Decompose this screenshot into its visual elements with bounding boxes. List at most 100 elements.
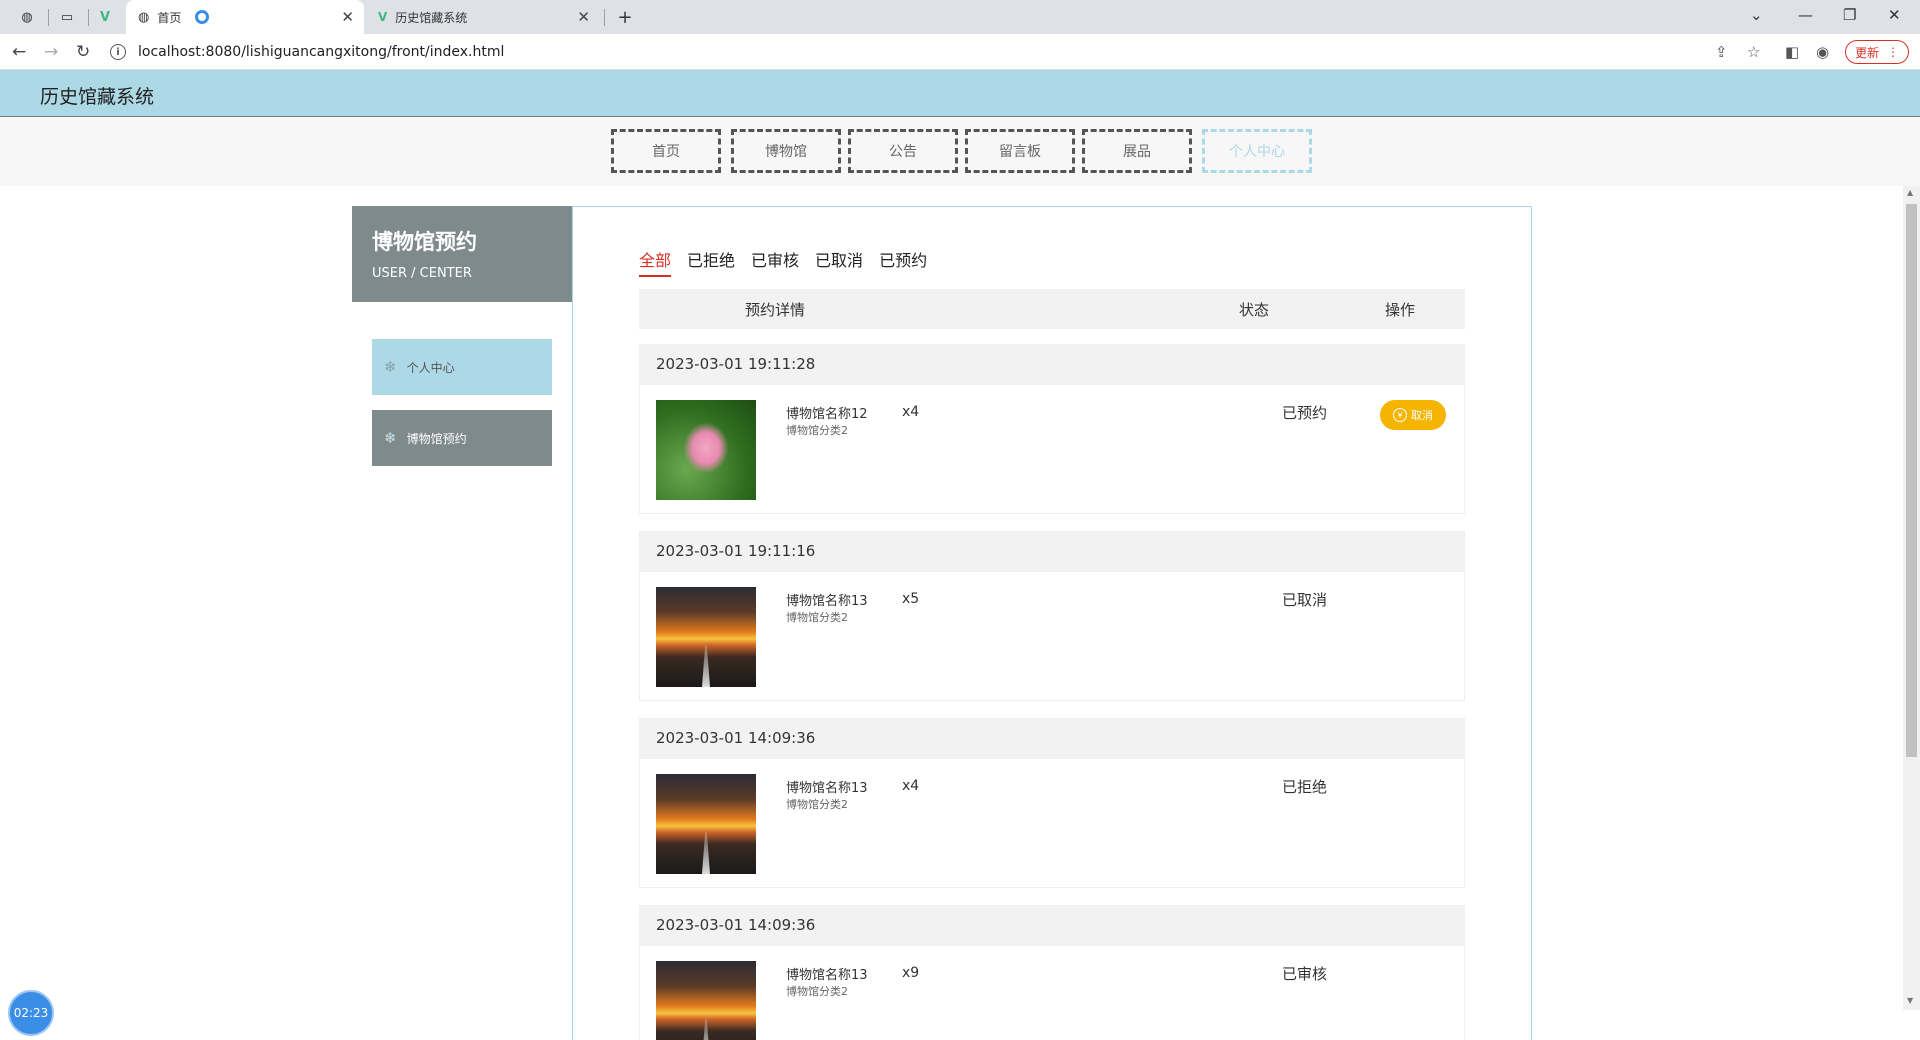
order-category: 博物馆分类2 xyxy=(786,424,848,437)
browser-tab-strip: ◍ ▭ V ◍ 首页 ✕ V 历史馆藏系统 ✕ + ⌄ — ❐ ✕ xyxy=(0,0,1920,34)
order-quantity: x4 xyxy=(902,778,920,794)
order-item: 2023-03-01 19:11:28 博物馆名称12 博物馆分类2 x4 已预… xyxy=(639,344,1465,514)
order-time: 2023-03-01 14:09:36 xyxy=(640,906,1464,946)
filter-tabs: 全部 已拒绝 已审核 已取消 已预约 xyxy=(639,247,943,277)
vue-logo-icon: V xyxy=(378,10,388,24)
filter-cancelled[interactable]: 已取消 xyxy=(815,247,863,277)
blank-page-icon[interactable]: ▭ xyxy=(58,8,76,26)
sunset-road-image[interactable] xyxy=(656,961,756,1040)
order-item: 2023-03-01 19:11:16 博物馆名称13 博物馆分类2 x5 已取… xyxy=(639,531,1465,701)
snowflake-icon: ❄ xyxy=(384,429,397,447)
filter-all[interactable]: 全部 xyxy=(639,247,672,277)
close-window-icon[interactable]: ✕ xyxy=(1888,6,1901,24)
sidebar-item-label: 个人中心 xyxy=(406,360,455,375)
order-category: 博物馆分类2 xyxy=(786,611,848,624)
header-action: 操作 xyxy=(1385,301,1416,319)
order-item: 2023-03-01 14:09:36 博物馆名称13 博物馆分类2 x4 已拒… xyxy=(639,718,1465,888)
order-quantity: x4 xyxy=(902,404,920,420)
order-status: 已拒绝 xyxy=(1282,778,1328,796)
order-item: 2023-03-01 14:09:36 博物馆名称13 博物馆分类2 x9 已审… xyxy=(639,905,1465,1040)
close-icon[interactable]: ✕ xyxy=(577,8,590,26)
tab-home[interactable]: ◍ 首页 ✕ xyxy=(126,0,364,34)
tab-separator xyxy=(88,9,89,26)
order-name[interactable]: 博物馆名称13 xyxy=(786,777,868,796)
new-tab-icon[interactable]: + xyxy=(616,7,634,28)
cancel-button[interactable]: ¥ 取消 xyxy=(1380,400,1446,430)
globe-icon[interactable]: ◍ xyxy=(18,8,36,26)
tab-title: 首页 xyxy=(157,10,182,25)
site-header: 历史馆藏系统 xyxy=(0,70,1920,117)
order-category: 博物馆分类2 xyxy=(786,798,848,811)
minimize-icon[interactable]: — xyxy=(1798,6,1813,24)
chevron-down-icon[interactable]: ⌄ xyxy=(1750,6,1763,24)
order-quantity: x5 xyxy=(902,591,920,607)
nav-museum[interactable]: 博物馆 xyxy=(731,129,841,173)
back-icon[interactable]: ← xyxy=(12,42,26,62)
table-header: 预约详情 状态 操作 xyxy=(639,289,1465,329)
update-label: 更新 xyxy=(1854,45,1879,60)
sidebar-item-museum-booking[interactable]: ❄ 博物馆预约 xyxy=(372,410,552,466)
forward-icon[interactable]: → xyxy=(44,42,58,62)
order-time: 2023-03-01 19:11:16 xyxy=(640,532,1464,572)
order-status: 已审核 xyxy=(1282,965,1328,983)
filter-rejected[interactable]: 已拒绝 xyxy=(687,247,735,277)
filter-booked[interactable]: 已预约 xyxy=(879,247,927,277)
sidebar-item-user-center[interactable]: ❄ 个人中心 xyxy=(372,339,552,395)
order-name[interactable]: 博物馆名称13 xyxy=(786,590,868,609)
globe-icon: ◍ xyxy=(138,9,150,25)
star-icon[interactable]: ☆ xyxy=(1747,43,1760,61)
order-name[interactable]: 博物馆名称12 xyxy=(786,403,868,422)
order-name[interactable]: 博物馆名称13 xyxy=(786,964,868,983)
scroll-down-icon[interactable]: ▼ xyxy=(1907,996,1913,1005)
address-bar: ← → ↻ i localhost:8080/lishiguancangxito… xyxy=(0,34,1920,70)
info-icon[interactable]: i xyxy=(110,44,126,60)
side-panel-icon[interactable]: ◧ xyxy=(1785,43,1799,61)
header-detail: 预约详情 xyxy=(745,301,806,319)
order-status: 已取消 xyxy=(1282,591,1328,609)
profile-icon[interactable]: ◉ xyxy=(1816,43,1829,61)
scroll-up-icon[interactable]: ▲ xyxy=(1907,188,1913,197)
nav-message-board[interactable]: 留言板 xyxy=(965,129,1075,173)
timer-badge[interactable]: 02:23 xyxy=(8,990,54,1036)
nav-exhibits[interactable]: 展品 xyxy=(1082,129,1192,173)
header-status: 状态 xyxy=(1239,301,1270,319)
nav-user-center[interactable]: 个人中心 xyxy=(1202,129,1312,173)
share-icon[interactable]: ⇪ xyxy=(1715,43,1728,61)
sidebar-title: 博物馆预约 xyxy=(372,230,477,254)
nav-home[interactable]: 首页 xyxy=(611,129,721,173)
order-quantity: x9 xyxy=(902,965,920,981)
more-vertical-icon: ⋮ xyxy=(1887,45,1899,59)
loading-icon xyxy=(195,10,210,24)
sidebar-header: 博物馆预约 USER / CENTER xyxy=(352,206,572,302)
main-panel: 全部 已拒绝 已审核 已取消 已预约 预约详情 状态 操作 2023-03-01… xyxy=(572,206,1532,1040)
order-time: 2023-03-01 14:09:36 xyxy=(640,719,1464,759)
url-field[interactable]: i localhost:8080/lishiguancangxitong/fro… xyxy=(110,39,1730,65)
order-status: 已预约 xyxy=(1282,404,1328,422)
tab-title: 历史馆藏系统 xyxy=(395,10,468,25)
tab-separator xyxy=(604,9,605,26)
yen-icon: ¥ xyxy=(1393,408,1407,422)
restore-icon[interactable]: ❐ xyxy=(1843,6,1856,24)
main-nav: 首页 博物馆 公告 留言板 展品 个人中心 xyxy=(0,117,1920,186)
url-text: localhost:8080/lishiguancangxitong/front… xyxy=(138,44,505,60)
tab-history-system[interactable]: V 历史馆藏系统 ✕ xyxy=(370,0,600,34)
close-icon[interactable]: ✕ xyxy=(341,8,354,26)
filter-reviewed[interactable]: 已审核 xyxy=(751,247,799,277)
scroll-thumb[interactable] xyxy=(1906,204,1917,757)
sunset-road-image[interactable] xyxy=(656,587,756,687)
snowflake-icon: ❄ xyxy=(384,358,397,376)
lotus-image[interactable] xyxy=(656,400,756,500)
sunset-road-image[interactable] xyxy=(656,774,756,874)
reload-icon[interactable]: ↻ xyxy=(76,42,90,62)
vue-logo-icon[interactable]: V xyxy=(96,8,114,26)
page-scrollbar[interactable]: ▲ ▼ xyxy=(1903,186,1920,1010)
update-button[interactable]: 更新 ⋮ xyxy=(1845,40,1909,64)
site-title: 历史馆藏系统 xyxy=(40,86,155,108)
order-category: 博物馆分类2 xyxy=(786,985,848,998)
cancel-label: 取消 xyxy=(1411,409,1433,422)
order-time: 2023-03-01 19:11:28 xyxy=(640,345,1464,385)
sidebar-subtitle: USER / CENTER xyxy=(372,266,472,281)
sidebar-item-label: 博物馆预约 xyxy=(406,431,467,446)
tab-separator xyxy=(48,9,49,26)
nav-notice[interactable]: 公告 xyxy=(848,129,958,173)
